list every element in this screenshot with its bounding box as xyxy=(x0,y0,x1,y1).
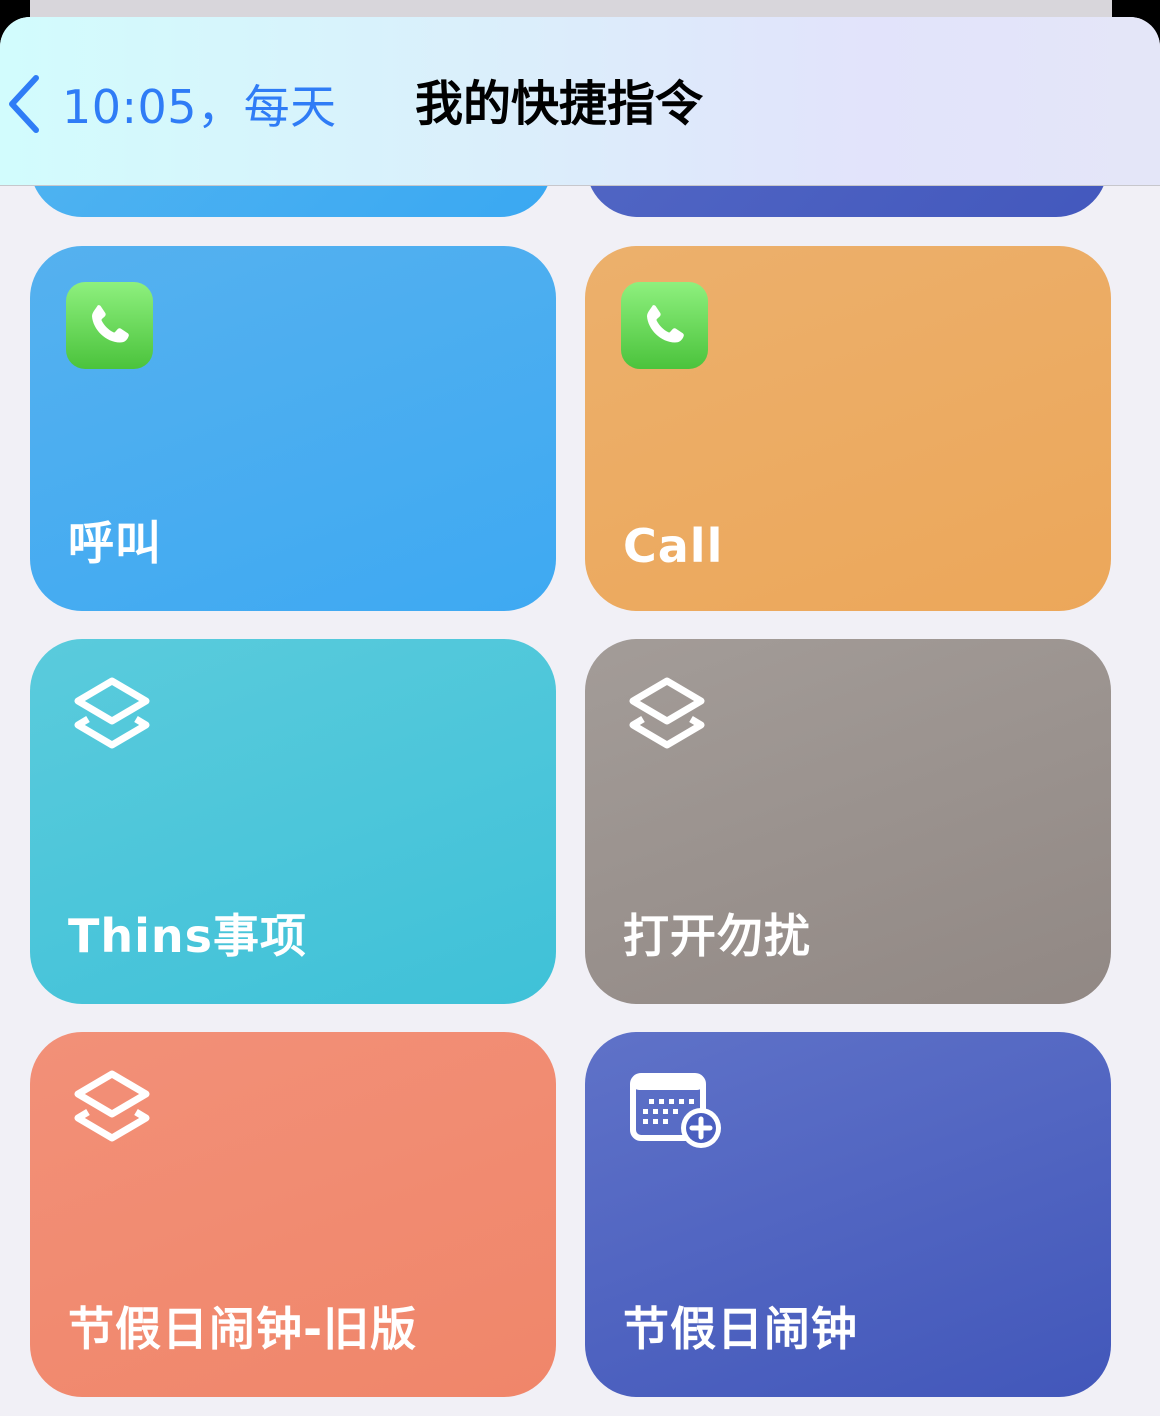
shortcut-tile-dnd[interactable]: 打开勿扰 xyxy=(585,639,1111,1004)
layers-icon xyxy=(625,673,709,767)
shortcuts-sheet: 10:05，每天 我的快捷指令 呼叫 Call Thins事项 打开勿扰 节假日… xyxy=(0,17,1160,1416)
back-button[interactable]: 10:05，每天 xyxy=(6,69,337,139)
phone-icon xyxy=(646,304,684,342)
shortcut-label: 节假日闹钟 xyxy=(623,1302,858,1356)
phone-icon xyxy=(91,304,129,342)
shortcut-label: 呼叫 xyxy=(68,516,162,570)
shortcut-label: Thins事项 xyxy=(68,909,308,963)
navigation-bar: 10:05，每天 我的快捷指令 xyxy=(0,17,1160,186)
shortcut-tile-holiday-alarm-old[interactable]: 节假日闹钟-旧版 xyxy=(30,1032,556,1397)
shortcut-label: 打开勿扰 xyxy=(623,909,811,963)
shortcut-tile-call[interactable]: Call xyxy=(585,246,1111,611)
shortcut-tile-holiday-alarm[interactable]: 节假日闹钟 xyxy=(585,1032,1111,1397)
shortcut-label: 节假日闹钟-旧版 xyxy=(68,1302,418,1356)
page-title: 我的快捷指令 xyxy=(415,76,704,132)
phone-app-icon xyxy=(621,282,708,369)
layers-icon xyxy=(70,1066,154,1160)
shortcut-label: Call xyxy=(623,519,724,573)
shortcut-tile-call-cn[interactable]: 呼叫 xyxy=(30,246,556,611)
layers-icon xyxy=(70,673,154,767)
shortcut-tile-things[interactable]: Thins事项 xyxy=(30,639,556,1004)
calendar-add-icon xyxy=(629,1072,725,1156)
chevron-left-icon xyxy=(6,74,42,134)
phone-app-icon xyxy=(66,282,153,369)
back-button-label: 10:05，每天 xyxy=(62,80,337,134)
